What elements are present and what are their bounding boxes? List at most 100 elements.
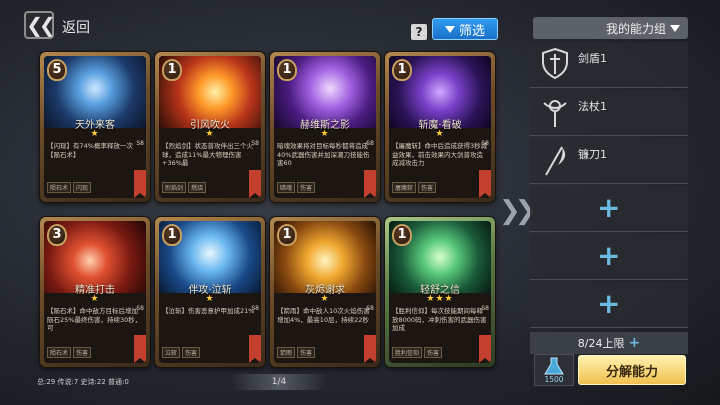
card-tag: 伤害 <box>424 347 443 358</box>
card-tag: 燃烧 <box>188 182 207 193</box>
card-ribbon <box>249 335 261 363</box>
triangle-down-icon <box>444 25 455 33</box>
ability-group-slot[interactable]: 剑盾1 <box>530 42 688 88</box>
card-level: S8 <box>251 305 259 312</box>
card-tag: 伤害 <box>418 182 437 193</box>
card-ribbon <box>249 170 261 198</box>
card-level: S8 <box>136 140 144 147</box>
ability-group-label: 镰刀1 <box>578 148 607 161</box>
card-description: 【屠魔斩】命中后造成获得3秒减益效果，前击效果内大剑普攻造成减攻击力 <box>392 142 488 167</box>
question-icon[interactable]: ? <box>411 24 427 40</box>
card-ribbon <box>364 170 376 198</box>
empty-ability-slot[interactable]: + <box>530 282 688 328</box>
top-bar: ❮❮ 返回 ? 筛选 <box>0 0 520 44</box>
ability-card[interactable]: 1 斩魔·看破 ★ 【屠魔斩】命中后造成获得3秒减益效果，前击效果内大剑普攻造成… <box>385 52 495 202</box>
ability-group-dropdown[interactable]: 我的能力组 <box>533 17 688 39</box>
card-inner: 1 引风吹火 ★ 【烈焰剑】状态普攻伴出三个火球，造成11%最大物理伤害+36%… <box>159 56 261 198</box>
ability-group-slot[interactable]: 法杖1 <box>530 90 688 136</box>
card-tag: 烈焰剑 <box>162 182 187 193</box>
card-cost: 1 <box>162 59 182 81</box>
capacity-limit: 8/24上限 + <box>530 332 688 354</box>
card-tag: 伤害 <box>182 347 201 358</box>
card-description: 暗魂效果将对目标每秒都将造成40%武器伤害并加深潮刀技能伤害60 <box>277 142 370 167</box>
card-tags: 暗魂 伤害 <box>277 182 316 193</box>
ability-card[interactable]: 1 赫维斯之影 ★ 暗魂效果将对目标每秒都将造成40%武器伤害并加深潮刀技能伤害… <box>270 52 380 202</box>
card-tags: 箭雨 伤害 <box>277 347 316 358</box>
double-chevron-right-icon[interactable]: ❯❯ <box>499 196 536 226</box>
card-ribbon <box>134 170 146 198</box>
card-description: 【泣斩】伤害恶意护甲加成21% <box>162 307 255 315</box>
back-button[interactable]: ❮❮ <box>24 11 56 39</box>
card-tags: 陨石术 闪现 <box>47 182 92 193</box>
card-inner: 1 斩魔·看破 ★ 【屠魔斩】命中后造成获得3秒减益效果，前击效果内大剑普攻造成… <box>389 56 491 198</box>
resource-value: 1500 <box>544 375 564 384</box>
card-tag: 箭雨 <box>277 347 296 358</box>
ability-card[interactable]: 1 轻舒之信 ★★★ 【胜利信仰】每次技能期间每释放8000码，冲刺伤害的武器伤… <box>385 217 495 367</box>
collection-stats: 总:29 传说:7 史诗:22 普通:0 <box>37 378 129 386</box>
card-tag: 陨石术 <box>47 182 72 193</box>
filter-button[interactable]: 筛选 <box>432 18 498 40</box>
card-tags: 泣斩 伤害 <box>162 347 201 358</box>
card-inner: 3 精准打击 ★ 【陨石术】命中敌方目标后增加陨石25%最终伤害，持续30秒，可… <box>44 221 146 363</box>
card-cost: 1 <box>277 224 297 246</box>
card-tag: 闪现 <box>73 182 92 193</box>
card-ribbon <box>479 170 491 198</box>
card-cost: 5 <box>47 59 67 81</box>
ability-group-label: 剑盾1 <box>578 52 607 65</box>
card-level: S8 <box>366 305 374 312</box>
card-inner: 1 轻舒之信 ★★★ 【胜利信仰】每次技能期间每释放8000码，冲刺伤害的武器伤… <box>389 221 491 363</box>
card-tags: 屠魔斩 伤害 <box>392 182 437 193</box>
card-tag: 伤害 <box>73 347 92 358</box>
star-rating-icon: ★ <box>320 294 330 304</box>
card-level: S8 <box>481 140 489 147</box>
star-rating-icon: ★★★ <box>426 294 454 304</box>
card-tag: 泣斩 <box>162 347 181 358</box>
star-rating-icon: ★ <box>320 129 330 139</box>
card-cost: 1 <box>392 59 412 81</box>
star-rating-icon: ★ <box>205 129 215 139</box>
card-tag: 陨石术 <box>47 347 72 358</box>
plus-icon: + <box>597 239 621 272</box>
card-inner: 1 伴攻·泣斩 ★ 【泣斩】伤害恶意护甲加成21% S8 泣斩 伤害 <box>159 221 261 363</box>
ability-card[interactable]: 1 伴攻·泣斩 ★ 【泣斩】伤害恶意护甲加成21% S8 泣斩 伤害 <box>155 217 265 367</box>
card-grid: 5 天外来客 ★ 【闪现】有74%概率释放一次【陨石术】 S8 陨石术 闪现 1 … <box>40 52 502 372</box>
ability-card[interactable]: 5 天外来客 ★ 【闪现】有74%概率释放一次【陨石术】 S8 陨石术 闪现 <box>40 52 150 202</box>
ability-group-slot[interactable]: 镰刀1 <box>530 138 688 184</box>
ability-card[interactable]: 1 引风吹火 ★ 【烈焰剑】状态普攻伴出三个火球，造成11%最大物理伤害+36%… <box>155 52 265 202</box>
card-inner: 1 赫维斯之影 ★ 暗魂效果将对目标每秒都将造成40%武器伤害并加深潮刀技能伤害… <box>274 56 376 198</box>
ability-card[interactable]: 1 灰烬谢求 ★ 【箭雨】命中敌人10次火焰伤害增加4%，最高10层，持续22秒… <box>270 217 380 367</box>
card-tag: 伤害 <box>297 347 316 358</box>
card-level: S8 <box>366 140 374 147</box>
back-label[interactable]: 返回 <box>62 17 90 37</box>
empty-ability-slot[interactable]: + <box>530 186 688 232</box>
resource-counter: 1500 <box>534 354 574 386</box>
card-description: 【胜利信仰】每次技能期间每释放8000码，冲刺伤害的武器伤害加成 <box>392 307 487 332</box>
page-indicator[interactable]: 1/4 <box>231 374 327 390</box>
card-inner: 1 灰烬谢求 ★ 【箭雨】命中敌人10次火焰伤害增加4%，最高10层，持续22秒… <box>274 221 376 363</box>
ability-card[interactable]: 3 精准打击 ★ 【陨石术】命中敌方目标后增加陨石25%最终伤害，持续30秒，可… <box>40 217 150 367</box>
add-capacity-icon[interactable]: + <box>628 335 640 351</box>
card-tag: 胜利信仰 <box>392 347 423 358</box>
capacity-text: 8/24上限 <box>577 337 625 350</box>
star-rating-icon: ★ <box>90 129 100 139</box>
card-level: S8 <box>481 305 489 312</box>
triangle-down-icon <box>670 24 680 32</box>
double-chevron-left-icon: ❮❮ <box>26 13 55 37</box>
plus-icon: + <box>597 191 621 224</box>
ability-group-panel: 剑盾1 法杖1 镰刀1 + + + <box>530 42 688 332</box>
card-inner: 5 天外来客 ★ 【闪现】有74%概率释放一次【陨石术】 S8 陨石术 闪现 <box>44 56 146 198</box>
card-cost: 1 <box>392 224 412 246</box>
filter-label: 筛选 <box>458 23 485 39</box>
card-tags: 胜利信仰 伤害 <box>392 347 443 358</box>
dismantle-button[interactable]: 分解能力 <box>578 355 686 385</box>
ability-group-title: 我的能力组 <box>605 21 666 36</box>
card-tags: 陨石术 伤害 <box>47 347 92 358</box>
card-tag: 伤害 <box>297 182 316 193</box>
card-ribbon <box>134 335 146 363</box>
card-tag: 屠魔斩 <box>392 182 417 193</box>
star-rating-icon: ★ <box>90 294 100 304</box>
flask-icon <box>544 357 564 375</box>
empty-ability-slot[interactable]: + <box>530 234 688 280</box>
card-ribbon <box>364 335 376 363</box>
card-ribbon <box>479 335 491 363</box>
